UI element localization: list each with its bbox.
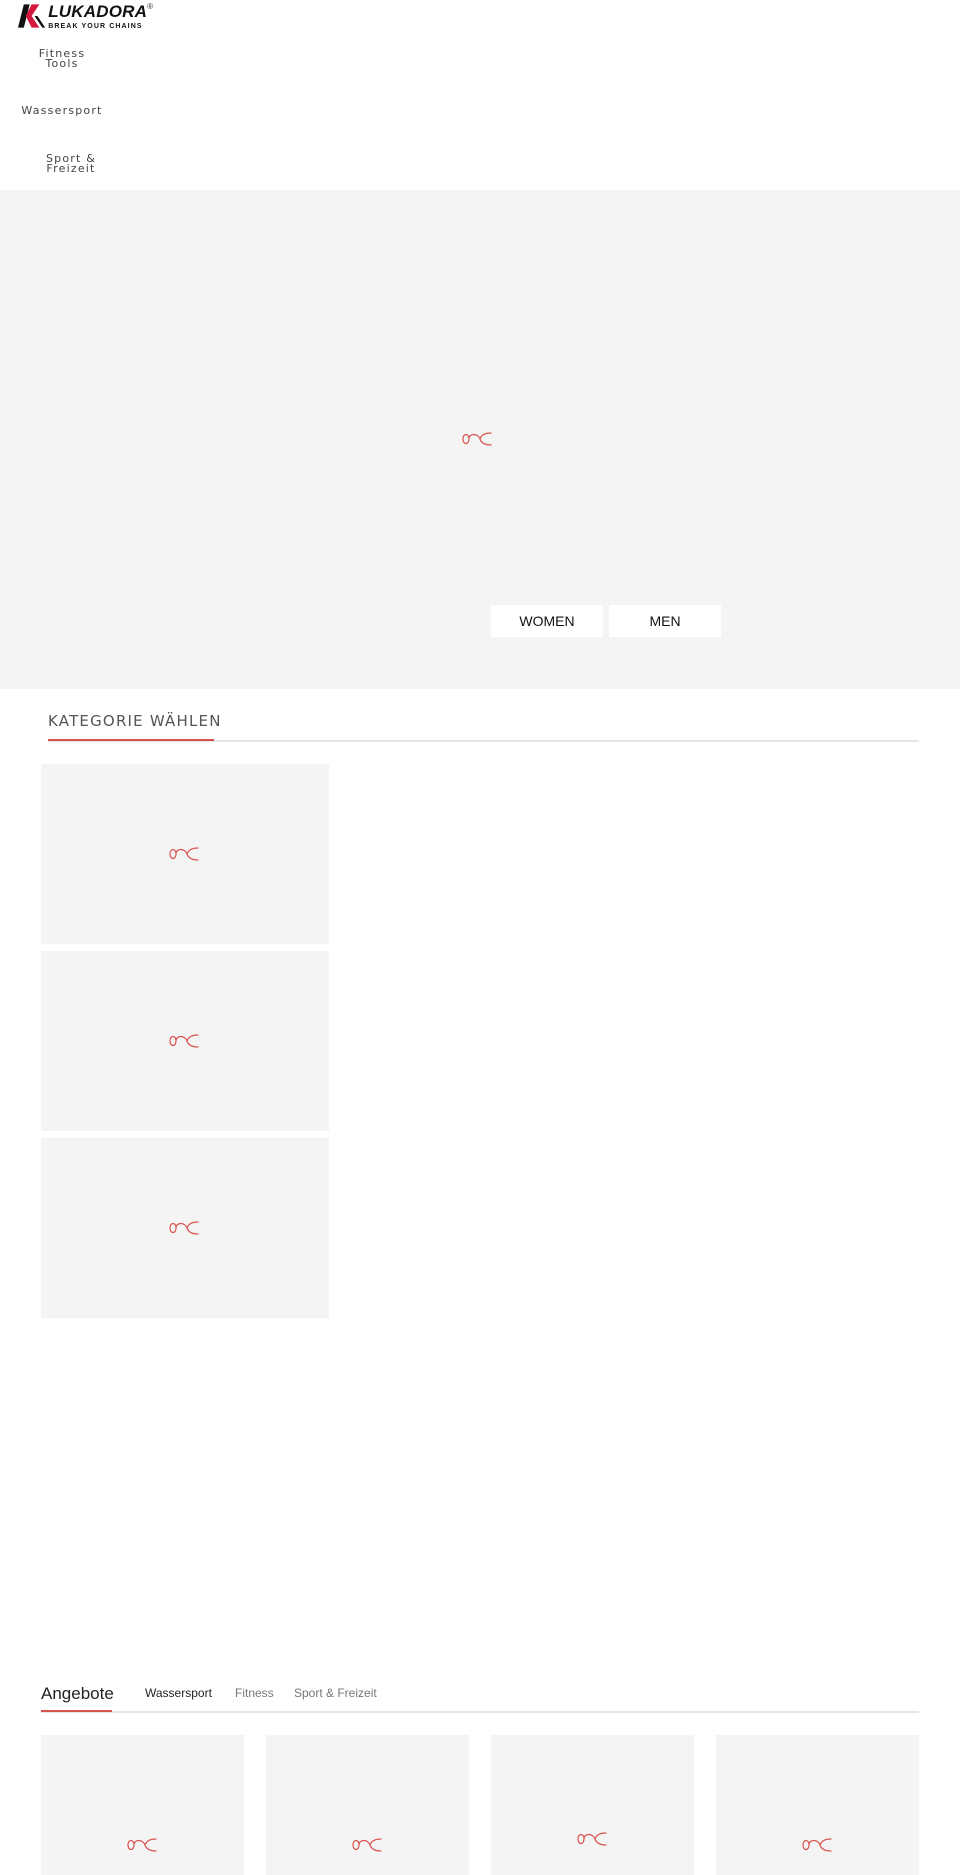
category-tile[interactable]	[41, 1138, 329, 1318]
category-section-title: KATEGORIE WÄHLEN	[48, 712, 222, 730]
product-tile[interactable]	[716, 1735, 919, 1875]
infinity-loader-icon	[352, 1838, 382, 1852]
nav-item-wassersport[interactable]: Wassersport	[20, 105, 104, 116]
hero-banner: WOMEN MEN	[0, 190, 960, 689]
lukadora-logo-icon	[18, 4, 46, 28]
offers-title-divider	[41, 1711, 919, 1713]
product-tile[interactable]	[491, 1735, 694, 1875]
women-button[interactable]: WOMEN	[491, 605, 603, 637]
infinity-loader-icon	[169, 847, 199, 861]
tab-wassersport[interactable]: Wassersport	[145, 1686, 212, 1700]
infinity-loader-icon	[127, 1838, 157, 1852]
logo-registered-mark: ®	[147, 1, 153, 11]
nav-item-sport-freizeit[interactable]: Sport & Freizeit	[40, 153, 102, 174]
infinity-loader-icon	[802, 1838, 832, 1852]
infinity-loader-icon	[462, 432, 492, 446]
category-title-underline	[48, 739, 214, 741]
logo[interactable]: LUKADORA® BREAK YOUR CHAINS	[18, 2, 153, 30]
category-tile[interactable]	[41, 951, 329, 1131]
nav-item-fitness-tools[interactable]: Fitness Tools	[36, 48, 88, 69]
logo-name: LUKADORA	[48, 1, 148, 21]
tab-sport-freizeit[interactable]: Sport & Freizeit	[294, 1686, 377, 1700]
infinity-loader-icon	[577, 1832, 607, 1846]
offers-section-title: Angebote	[41, 1684, 114, 1703]
offers-title-underline	[41, 1710, 112, 1712]
logo-tagline: BREAK YOUR CHAINS	[48, 22, 143, 30]
infinity-loader-icon	[169, 1034, 199, 1048]
men-button[interactable]: MEN	[609, 605, 721, 637]
infinity-loader-icon	[169, 1221, 199, 1235]
site-header: LUKADORA® BREAK YOUR CHAINS Fitness Tool…	[0, 0, 960, 190]
tab-fitness[interactable]: Fitness	[235, 1686, 274, 1700]
category-tile[interactable]	[41, 764, 329, 944]
product-tile[interactable]	[266, 1735, 469, 1875]
product-tile[interactable]	[41, 1735, 244, 1875]
